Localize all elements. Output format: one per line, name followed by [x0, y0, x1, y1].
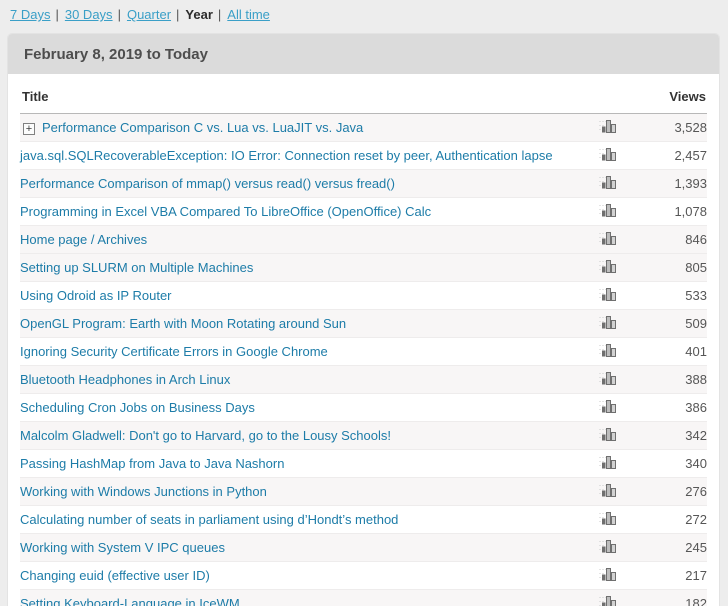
row-title-link[interactable]: Working with Windows Junctions in Python: [20, 484, 267, 499]
row-views: 342: [627, 422, 707, 450]
report-panel: February 8, 2019 to Today Title Views + P…: [8, 34, 719, 606]
table-row: Using Odroid as IP Router 533: [20, 282, 707, 310]
row-views: 245: [627, 534, 707, 562]
bar-chart-icon[interactable]: [599, 286, 616, 304]
bar-chart-icon[interactable]: [599, 482, 616, 500]
row-views: 3,528: [627, 114, 707, 142]
row-views: 401: [627, 338, 707, 366]
date-range-title: February 8, 2019 to Today: [8, 34, 719, 74]
bar-chart-icon[interactable]: [599, 314, 616, 332]
row-title-link[interactable]: Malcolm Gladwell: Don't go to Harvard, g…: [20, 428, 391, 443]
row-title-link[interactable]: Programming in Excel VBA Compared To Lib…: [20, 204, 431, 219]
row-views: 276: [627, 478, 707, 506]
period-7-days[interactable]: 7 Days: [10, 7, 50, 22]
bar-chart-icon[interactable]: [599, 454, 616, 472]
bar-chart-icon[interactable]: [599, 538, 616, 556]
row-views: 272: [627, 506, 707, 534]
row-title-link[interactable]: Using Odroid as IP Router: [20, 288, 172, 303]
row-views: 340: [627, 450, 707, 478]
table-row: Bluetooth Headphones in Arch Linux 388: [20, 366, 707, 394]
bar-chart-icon[interactable]: [599, 342, 616, 360]
nav-separator: |: [55, 7, 58, 22]
table-row: Setting Keyboard-Language in IceWM 182: [20, 590, 707, 606]
table-row: Programming in Excel VBA Compared To Lib…: [20, 198, 707, 226]
nav-separator: |: [176, 7, 179, 22]
table-row: Passing HashMap from Java to Java Nashor…: [20, 450, 707, 478]
report-body: Title Views + Performance Comparison C vs…: [8, 74, 719, 606]
bar-chart-icon[interactable]: [599, 146, 616, 164]
bar-chart-icon[interactable]: [599, 426, 616, 444]
column-header-views[interactable]: Views: [627, 74, 707, 114]
table-row: OpenGL Program: Earth with Moon Rotating…: [20, 310, 707, 338]
row-title-link[interactable]: Home page / Archives: [20, 232, 147, 247]
column-header-chart: [587, 74, 627, 114]
table-body: + Performance Comparison C vs. Lua vs. Lu…: [20, 114, 707, 606]
nav-separator: |: [118, 7, 121, 22]
bar-chart-icon[interactable]: [599, 510, 616, 528]
row-title-link[interactable]: Scheduling Cron Jobs on Business Days: [20, 400, 255, 415]
row-views: 533: [627, 282, 707, 310]
bar-chart-icon[interactable]: [599, 202, 616, 220]
table-row: Malcolm Gladwell: Don't go to Harvard, g…: [20, 422, 707, 450]
row-views: 217: [627, 562, 707, 590]
period-all-time[interactable]: All time: [227, 7, 270, 22]
bar-chart-icon[interactable]: [599, 398, 616, 416]
row-title-link[interactable]: Performance Comparison of mmap() versus …: [20, 176, 395, 191]
bar-chart-icon[interactable]: [599, 566, 616, 584]
row-views: 1,393: [627, 170, 707, 198]
row-views: 388: [627, 366, 707, 394]
expand-plus-icon[interactable]: +: [23, 123, 35, 135]
nav-separator: |: [218, 7, 221, 22]
table-row: Calculating number of seats in parliamen…: [20, 506, 707, 534]
table-row: java.sql.SQLRecoverableException: IO Err…: [20, 142, 707, 170]
row-views: 846: [627, 226, 707, 254]
row-title-link[interactable]: Bluetooth Headphones in Arch Linux: [20, 372, 230, 387]
column-header-title: Title: [20, 74, 587, 114]
period-30-days[interactable]: 30 Days: [65, 7, 113, 22]
table-row: Setting up SLURM on Multiple Machines 80…: [20, 254, 707, 282]
bar-chart-icon[interactable]: [599, 230, 616, 248]
table-row: Working with System V IPC queues 245: [20, 534, 707, 562]
row-title-link[interactable]: Working with System V IPC queues: [20, 540, 225, 555]
table-row: Changing euid (effective user ID) 217: [20, 562, 707, 590]
row-title-link[interactable]: java.sql.SQLRecoverableException: IO Err…: [20, 148, 553, 163]
bar-chart-icon[interactable]: [599, 118, 616, 136]
period-year-current: Year: [185, 7, 212, 22]
table-row: Home page / Archives 846: [20, 226, 707, 254]
period-nav: 7 Days | 30 Days | Quarter | Year | All time: [0, 0, 728, 34]
bar-chart-icon[interactable]: [599, 174, 616, 192]
row-title-link[interactable]: Performance Comparison C vs. Lua vs. Lua…: [42, 120, 363, 135]
bar-chart-icon[interactable]: [599, 370, 616, 388]
page-titles-table: Title Views + Performance Comparison C vs…: [20, 74, 707, 606]
row-title-link[interactable]: Ignoring Security Certificate Errors in …: [20, 344, 328, 359]
row-title-link[interactable]: Setting up SLURM on Multiple Machines: [20, 260, 253, 275]
row-views: 182: [627, 590, 707, 606]
row-title-link[interactable]: Calculating number of seats in parliamen…: [20, 512, 398, 527]
table-row: + Performance Comparison C vs. Lua vs. Lu…: [20, 114, 707, 142]
row-title-link[interactable]: Passing HashMap from Java to Java Nashor…: [20, 456, 284, 471]
table-row: Ignoring Security Certificate Errors in …: [20, 338, 707, 366]
row-title-link[interactable]: Changing euid (effective user ID): [20, 568, 210, 583]
table-row: Scheduling Cron Jobs on Business Days 38…: [20, 394, 707, 422]
row-title-link[interactable]: Setting Keyboard-Language in IceWM: [20, 596, 240, 606]
row-views: 1,078: [627, 198, 707, 226]
row-title-link[interactable]: OpenGL Program: Earth with Moon Rotating…: [20, 316, 346, 331]
table-row: Working with Windows Junctions in Python…: [20, 478, 707, 506]
bar-chart-icon[interactable]: [599, 258, 616, 276]
table-row: Performance Comparison of mmap() versus …: [20, 170, 707, 198]
row-views: 386: [627, 394, 707, 422]
bar-chart-icon[interactable]: [599, 594, 616, 606]
row-views: 805: [627, 254, 707, 282]
period-quarter[interactable]: Quarter: [127, 7, 171, 22]
row-views: 509: [627, 310, 707, 338]
row-views: 2,457: [627, 142, 707, 170]
